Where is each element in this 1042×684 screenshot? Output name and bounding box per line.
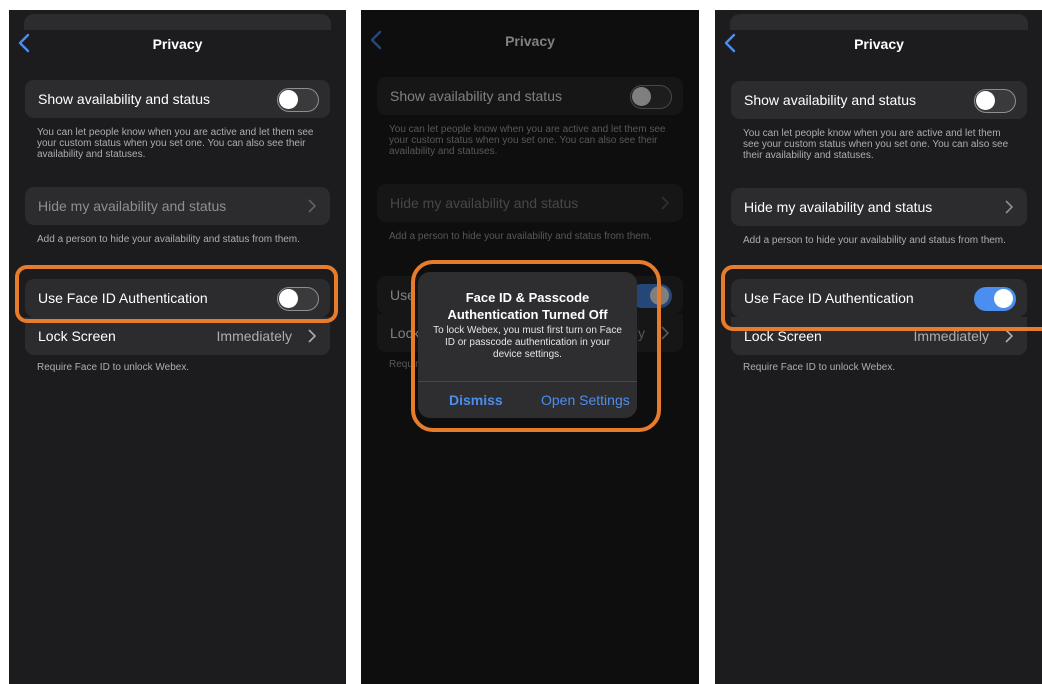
privacy-screen-step-3: Privacy Show availability and status You… [715, 10, 1042, 684]
sheet-edge [24, 14, 331, 30]
hide-status-row[interactable]: Hide my availability and status [731, 188, 1027, 226]
show-status-footnote: You can let people know when you are act… [37, 127, 314, 160]
nav-bar: Privacy [715, 32, 1042, 56]
privacy-screen-step-1: Privacy Show availability and status You… [9, 10, 346, 684]
hide-status-label: Hide my availability and status [744, 199, 933, 215]
hide-status-footnote: Add a person to hide your availability a… [743, 235, 1006, 246]
page-title: Privacy [854, 36, 904, 52]
chevron-right-icon [308, 329, 317, 343]
chevron-right-icon [1005, 329, 1014, 343]
toggle-knob [279, 90, 298, 109]
lock-screen-value: Immediately [216, 328, 292, 344]
hide-status-footnote: Add a person to hide your availability a… [37, 234, 300, 245]
lock-screen-label: Lock Screen [38, 328, 116, 344]
highlight-face-id [721, 265, 1042, 331]
lock-screen-footnote: Require Face ID to unlock Webex. [743, 362, 896, 373]
hide-status-label: Hide my availability and status [38, 198, 227, 214]
show-status-row[interactable]: Show availability and status [731, 81, 1027, 119]
toggle-knob [976, 91, 995, 110]
show-status-toggle[interactable] [277, 88, 319, 112]
page-title: Privacy [152, 36, 203, 52]
show-status-label: Show availability and status [744, 92, 916, 108]
lock-screen-footnote: Require Face ID to unlock Webex. [37, 362, 190, 373]
hide-status-row[interactable]: Hide my availability and status [25, 187, 330, 225]
privacy-screen-step-2: Privacy Show availability and status You… [361, 10, 699, 684]
show-status-label: Show availability and status [38, 91, 210, 107]
sheet-edge [730, 14, 1028, 30]
chevron-right-icon [308, 199, 317, 213]
show-status-toggle[interactable] [974, 89, 1016, 113]
highlight-alert [411, 260, 661, 432]
chevron-right-icon [1005, 200, 1014, 214]
nav-bar: Privacy [9, 32, 346, 56]
show-status-row[interactable]: Show availability and status [25, 80, 330, 118]
show-status-footnote: You can let people know when you are act… [743, 128, 1009, 161]
highlight-face-id [15, 265, 338, 323]
